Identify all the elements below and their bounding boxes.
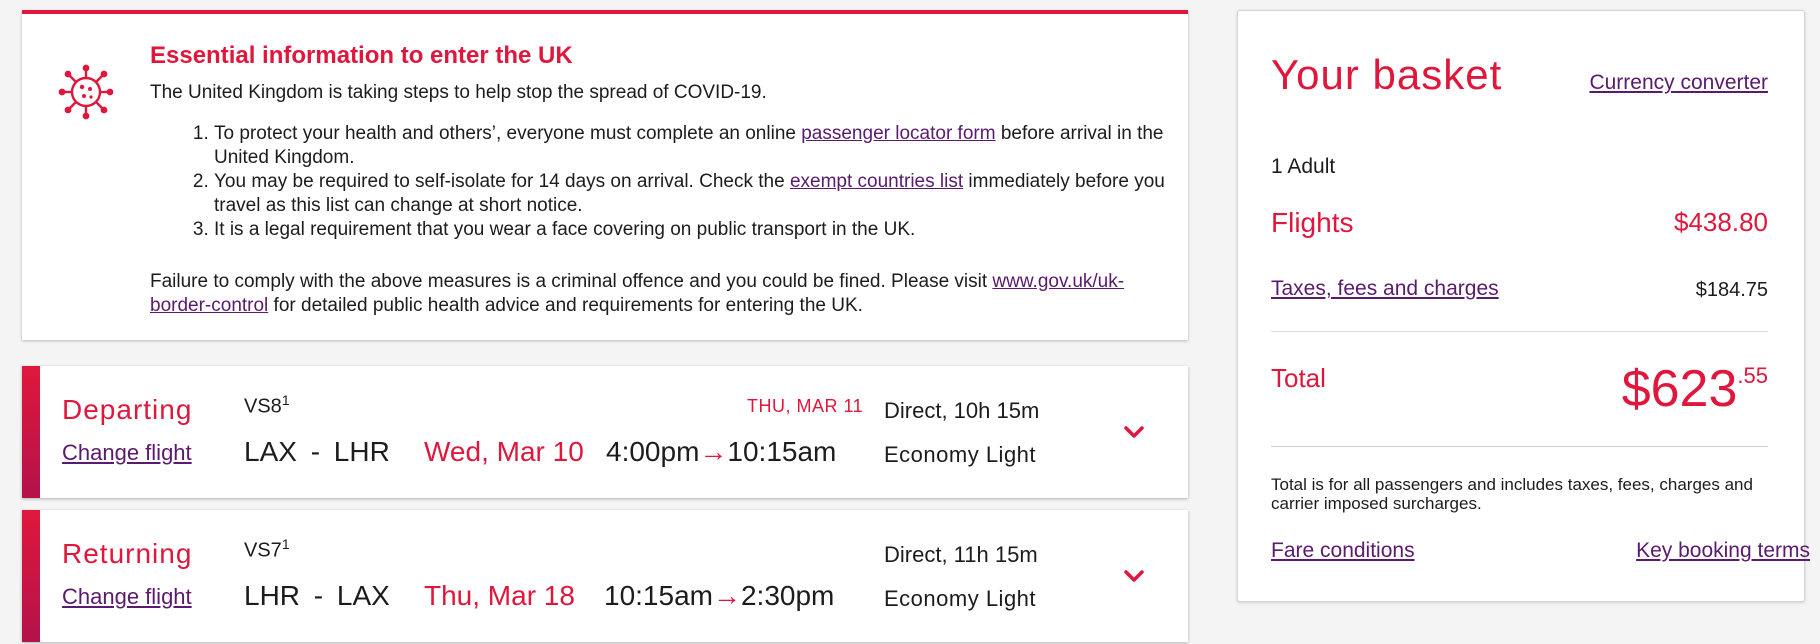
departure-date: Thu, Mar 18 [424,580,575,611]
cabin-class: Economy Light [884,586,1037,611]
flight-route: LHR - LAX [244,580,390,611]
chevron-down-icon[interactable] [1122,568,1146,584]
card-accent-bar [22,366,40,498]
flight-times: 4:00pm→10:15am [606,436,836,468]
flight-number: VS71 [244,536,290,562]
fare-conditions-link[interactable]: Fare conditions [1271,539,1415,563]
flight-times: 10:15am→2:30pm [604,580,834,612]
card-accent-bar [22,510,40,642]
arrival-date: THU, MAR 11 [747,396,864,416]
depart-time: 10:15am [604,580,713,611]
arrow-right-icon: → [712,580,741,611]
departure-date: Wed, Mar 10 [424,436,584,467]
change-flight-link[interactable]: Change flight [62,440,192,466]
depart-time: 4:00pm [606,436,700,467]
cabin-class: Economy Light [884,442,1037,467]
passenger-locator-form-link[interactable]: passenger locator form [801,123,995,144]
covid-notice: Essential information to enter the UK Th… [22,10,1188,340]
exempt-countries-link[interactable]: exempt countries list [790,171,963,192]
currency-converter-link[interactable]: Currency converter [1589,71,1768,95]
change-flight-link[interactable]: Change flight [62,584,192,610]
flight-card-departing[interactable]: Departing Change flight VS81 LAX - LHR W… [22,366,1188,498]
footnote-marker: 1 [281,536,290,552]
arrow-right-icon: → [699,436,728,467]
taxes-fees-link[interactable]: Taxes, fees and charges [1271,277,1499,301]
notice-item: To protect your health and others’, ever… [214,122,1174,170]
chevron-down-icon[interactable] [1122,424,1146,440]
flight-route: LAX - LHR [244,436,390,467]
basket-title: Your basket [1271,51,1503,98]
flight-stops-duration: Direct, 10h 15m [884,398,1040,423]
footnote-marker: 1 [281,392,290,408]
flight-card-returning[interactable]: Returning Change flight VS71 LHR - LAX T… [22,510,1188,642]
virus-icon [58,64,114,120]
total-price-cents: .55 [1737,363,1768,388]
total-price: $623.55 [1622,359,1768,419]
notice-item: You may be required to self-isolate for … [214,170,1174,218]
flight-stops-duration: Direct, 11h 15m [884,542,1038,567]
flight-number: VS81 [244,392,290,418]
arrive-time: 10:15am [727,436,837,467]
flights-label: Flights [1271,207,1354,238]
arrive-time: 2:30pm [740,580,835,611]
notice-list: To protect your health and others’, ever… [186,122,1174,242]
notice-outro: Failure to comply with the above measure… [150,271,1125,316]
passenger-count: 1 Adult [1271,155,1336,178]
notice-title: Essential information to enter the UK [150,42,573,69]
flight-direction: Departing [62,394,193,425]
taxes-fees-price: $184.75 [1695,279,1768,301]
key-booking-terms-link[interactable]: Key booking terms [1636,539,1810,563]
total-note: Total is for all passengers and includes… [1271,475,1753,513]
divider [1271,446,1768,447]
basket-panel: Your basket Currency converter 1 Adult F… [1237,10,1810,602]
flights-price: $438.80 [1674,207,1768,237]
total-label: Total [1271,363,1326,393]
flight-direction: Returning [62,538,193,569]
notice-intro: The United Kingdom is taking steps to he… [150,82,767,103]
total-price-main: $623 [1621,360,1738,418]
divider [1271,331,1768,332]
notice-item: It is a legal requirement that you wear … [214,218,1174,242]
